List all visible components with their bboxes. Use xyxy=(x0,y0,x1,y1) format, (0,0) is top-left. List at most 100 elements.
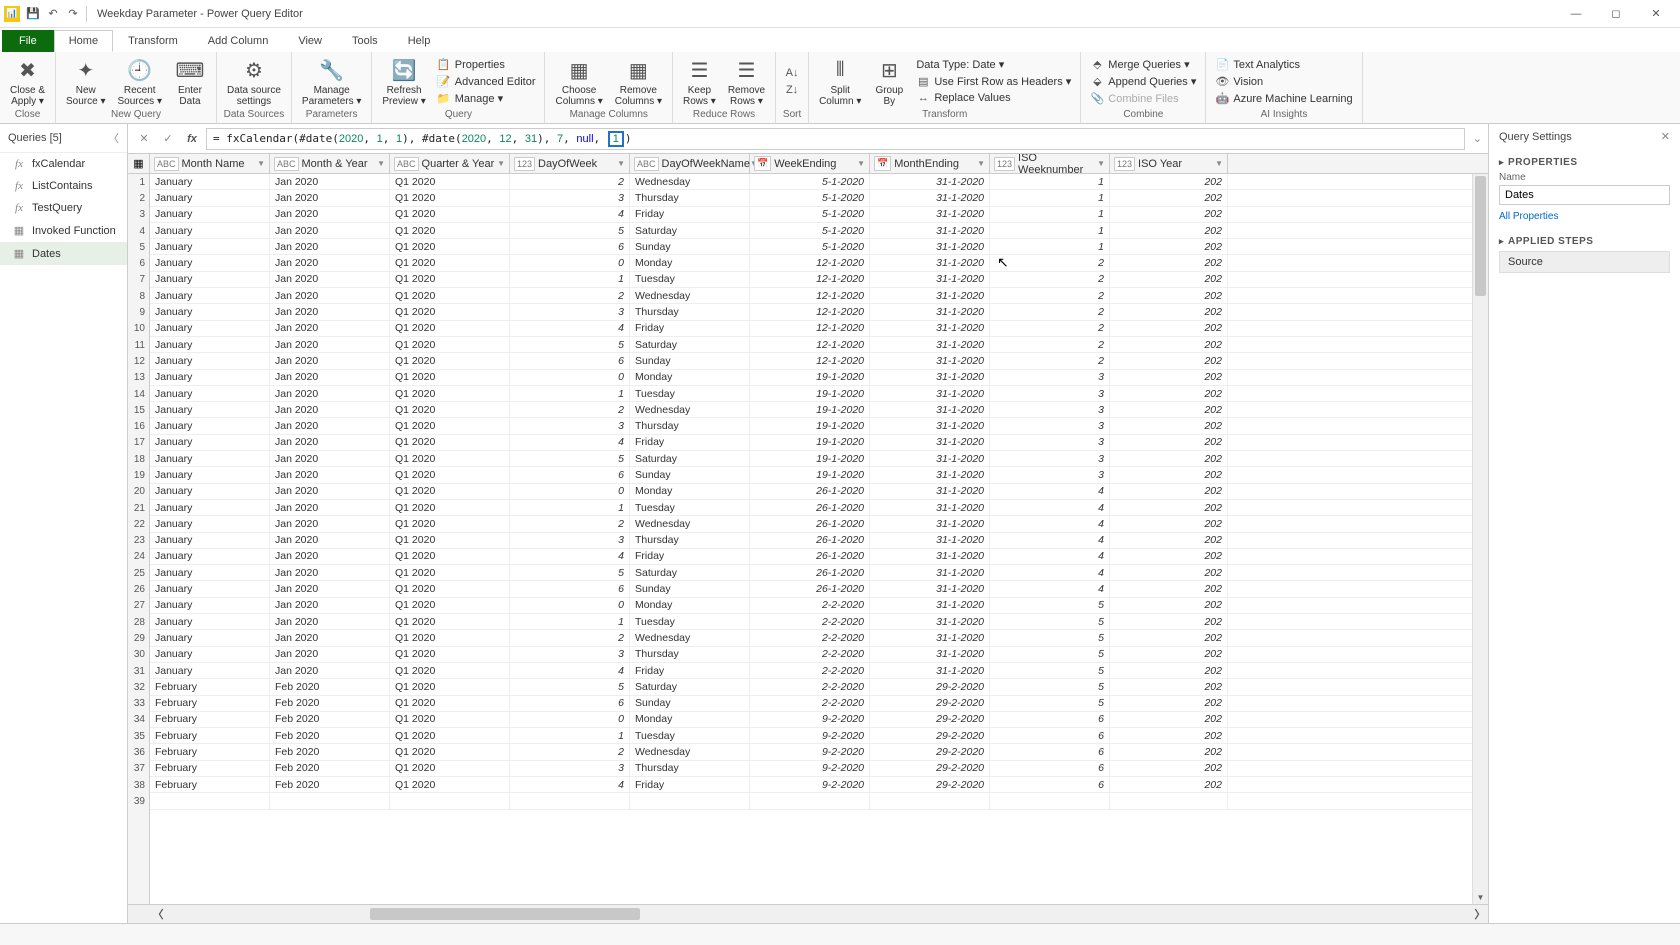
cell-weekend[interactable]: 5-1-2020 xyxy=(750,174,870,189)
type-icon[interactable]: ABC xyxy=(394,157,419,171)
cell-qy[interactable]: Q1 2020 xyxy=(390,630,510,645)
hscroll-thumb[interactable] xyxy=(370,908,640,920)
keep-rows-button[interactable]: ☰KeepRows ▾ xyxy=(679,54,720,109)
cell-isow[interactable]: 2 xyxy=(990,353,1110,368)
cell-month[interactable]: January xyxy=(150,647,270,662)
column-header-downame[interactable]: ABCDayOfWeekName▼ xyxy=(630,154,750,173)
cell-dow[interactable]: 6 xyxy=(510,467,630,482)
cell-isoy[interactable]: 202 xyxy=(1110,533,1228,548)
cell-isoy[interactable]: 202 xyxy=(1110,239,1228,254)
table-row[interactable]: JanuaryJan 2020Q1 20203Thursday2-2-20203… xyxy=(150,647,1488,663)
row-number[interactable]: 1 xyxy=(128,174,149,190)
cell-monthyear[interactable]: Jan 2020 xyxy=(270,516,390,531)
cell-isoy[interactable]: 202 xyxy=(1110,565,1228,580)
cell-monthend[interactable]: 31-1-2020 xyxy=(870,435,990,450)
cell-month[interactable]: January xyxy=(150,663,270,678)
cell-weekend[interactable]: 19-1-2020 xyxy=(750,386,870,401)
cell-monthyear[interactable]: Feb 2020 xyxy=(270,744,390,759)
cell-monthyear[interactable]: Jan 2020 xyxy=(270,614,390,629)
cell-dow[interactable]: 6 xyxy=(510,353,630,368)
cell-isoy[interactable]: 202 xyxy=(1110,679,1228,694)
close-apply-button[interactable]: ✖Close &Apply ▾ xyxy=(6,54,49,109)
cell-monthend[interactable]: 31-1-2020 xyxy=(870,484,990,499)
cell-monthend[interactable]: 31-1-2020 xyxy=(870,451,990,466)
table-row[interactable]: JanuaryJan 2020Q1 20203Thursday26-1-2020… xyxy=(150,533,1488,549)
cell-isow[interactable]: 3 xyxy=(990,370,1110,385)
cell-qy[interactable]: Q1 2020 xyxy=(390,598,510,613)
column-header-isow[interactable]: 123ISO Weeknumber▼ xyxy=(990,154,1110,173)
cell-dow[interactable]: 3 xyxy=(510,418,630,433)
cell-isoy[interactable]: 202 xyxy=(1110,402,1228,417)
cell-dow[interactable]: 4 xyxy=(510,777,630,792)
cell-monthyear[interactable]: Jan 2020 xyxy=(270,451,390,466)
tab-help[interactable]: Help xyxy=(393,30,446,52)
cell-qy[interactable]: Q1 2020 xyxy=(390,744,510,759)
scroll-right-icon[interactable]: 〉 xyxy=(1472,906,1488,922)
table-row[interactable]: JanuaryJan 2020Q1 20202Wednesday19-1-202… xyxy=(150,402,1488,418)
cell-downame[interactable]: Thursday xyxy=(630,418,750,433)
cell-qy[interactable]: Q1 2020 xyxy=(390,190,510,205)
cell-dow[interactable]: 1 xyxy=(510,500,630,515)
row-number[interactable]: 27 xyxy=(128,598,149,614)
cell-monthend[interactable]: 31-1-2020 xyxy=(870,239,990,254)
properties-header[interactable]: PROPERTIES xyxy=(1499,157,1670,168)
row-number[interactable]: 8 xyxy=(128,288,149,304)
cell-monthyear[interactable]: Jan 2020 xyxy=(270,484,390,499)
cell-dow[interactable]: 1 xyxy=(510,728,630,743)
cell-dow[interactable]: 5 xyxy=(510,451,630,466)
commit-formula-icon[interactable]: ✓ xyxy=(158,129,178,149)
cell-dow[interactable]: 3 xyxy=(510,190,630,205)
cell-downame[interactable]: Sunday xyxy=(630,696,750,711)
cell-isoy[interactable]: 202 xyxy=(1110,207,1228,222)
step-source[interactable]: Source xyxy=(1499,251,1670,273)
cell-downame[interactable]: Sunday xyxy=(630,239,750,254)
cell-isow[interactable]: 1 xyxy=(990,174,1110,189)
manage-parameters-button[interactable]: 🔧ManageParameters ▾ xyxy=(298,54,365,109)
cell-month[interactable]: January xyxy=(150,255,270,270)
first-row-headers-button[interactable]: ▤Use First Row as Headers ▾ xyxy=(913,73,1074,89)
column-header-isoy[interactable]: 123ISO Year▼ xyxy=(1110,154,1228,173)
cell-monthend[interactable]: 31-1-2020 xyxy=(870,386,990,401)
cancel-formula-icon[interactable]: ✕ xyxy=(134,129,154,149)
table-row[interactable]: JanuaryJan 2020Q1 20205Saturday19-1-2020… xyxy=(150,451,1488,467)
advanced-editor-button[interactable]: 📝Advanced Editor xyxy=(434,74,539,90)
cell-qy[interactable]: Q1 2020 xyxy=(390,304,510,319)
cell-month[interactable]: January xyxy=(150,337,270,352)
cell-isow[interactable]: 5 xyxy=(990,679,1110,694)
cell-monthend[interactable]: 31-1-2020 xyxy=(870,500,990,515)
type-icon[interactable]: 123 xyxy=(514,157,535,171)
filter-dropdown-icon[interactable]: ▼ xyxy=(497,159,505,168)
cell-month[interactable]: January xyxy=(150,467,270,482)
cell-weekend[interactable]: 9-2-2020 xyxy=(750,712,870,727)
cell-month[interactable]: January xyxy=(150,190,270,205)
cell-monthend[interactable]: 31-1-2020 xyxy=(870,304,990,319)
cell-monthend[interactable]: 31-1-2020 xyxy=(870,467,990,482)
cell-downame[interactable]: Monday xyxy=(630,484,750,499)
cell-monthyear[interactable]: Jan 2020 xyxy=(270,533,390,548)
cell-qy[interactable]: Q1 2020 xyxy=(390,353,510,368)
cell-month[interactable]: January xyxy=(150,288,270,303)
cell-monthyear[interactable] xyxy=(270,793,390,808)
row-number[interactable]: 37 xyxy=(128,761,149,777)
cell-dow[interactable]: 3 xyxy=(510,533,630,548)
cell-isoy[interactable]: 202 xyxy=(1110,174,1228,189)
cell-dow[interactable]: 2 xyxy=(510,744,630,759)
cell-monthend[interactable]: 29-2-2020 xyxy=(870,696,990,711)
row-number[interactable]: 19 xyxy=(128,467,149,483)
type-icon[interactable]: 📅 xyxy=(754,156,771,171)
cell-downame[interactable] xyxy=(630,793,750,808)
cell-isoy[interactable]: 202 xyxy=(1110,614,1228,629)
cell-isow[interactable]: 6 xyxy=(990,761,1110,776)
row-number[interactable]: 16 xyxy=(128,418,149,434)
cell-month[interactable]: January xyxy=(150,630,270,645)
row-number[interactable]: 13 xyxy=(128,370,149,386)
cell-monthyear[interactable]: Jan 2020 xyxy=(270,223,390,238)
cell-downame[interactable]: Friday xyxy=(630,777,750,792)
cell-isow[interactable]: 5 xyxy=(990,630,1110,645)
cell-monthend[interactable] xyxy=(870,793,990,808)
cell-dow[interactable]: 2 xyxy=(510,630,630,645)
cell-qy[interactable]: Q1 2020 xyxy=(390,663,510,678)
cell-month[interactable]: January xyxy=(150,581,270,596)
cell-monthend[interactable]: 31-1-2020 xyxy=(870,418,990,433)
table-row[interactable]: JanuaryJan 2020Q1 20206Sunday19-1-202031… xyxy=(150,467,1488,483)
